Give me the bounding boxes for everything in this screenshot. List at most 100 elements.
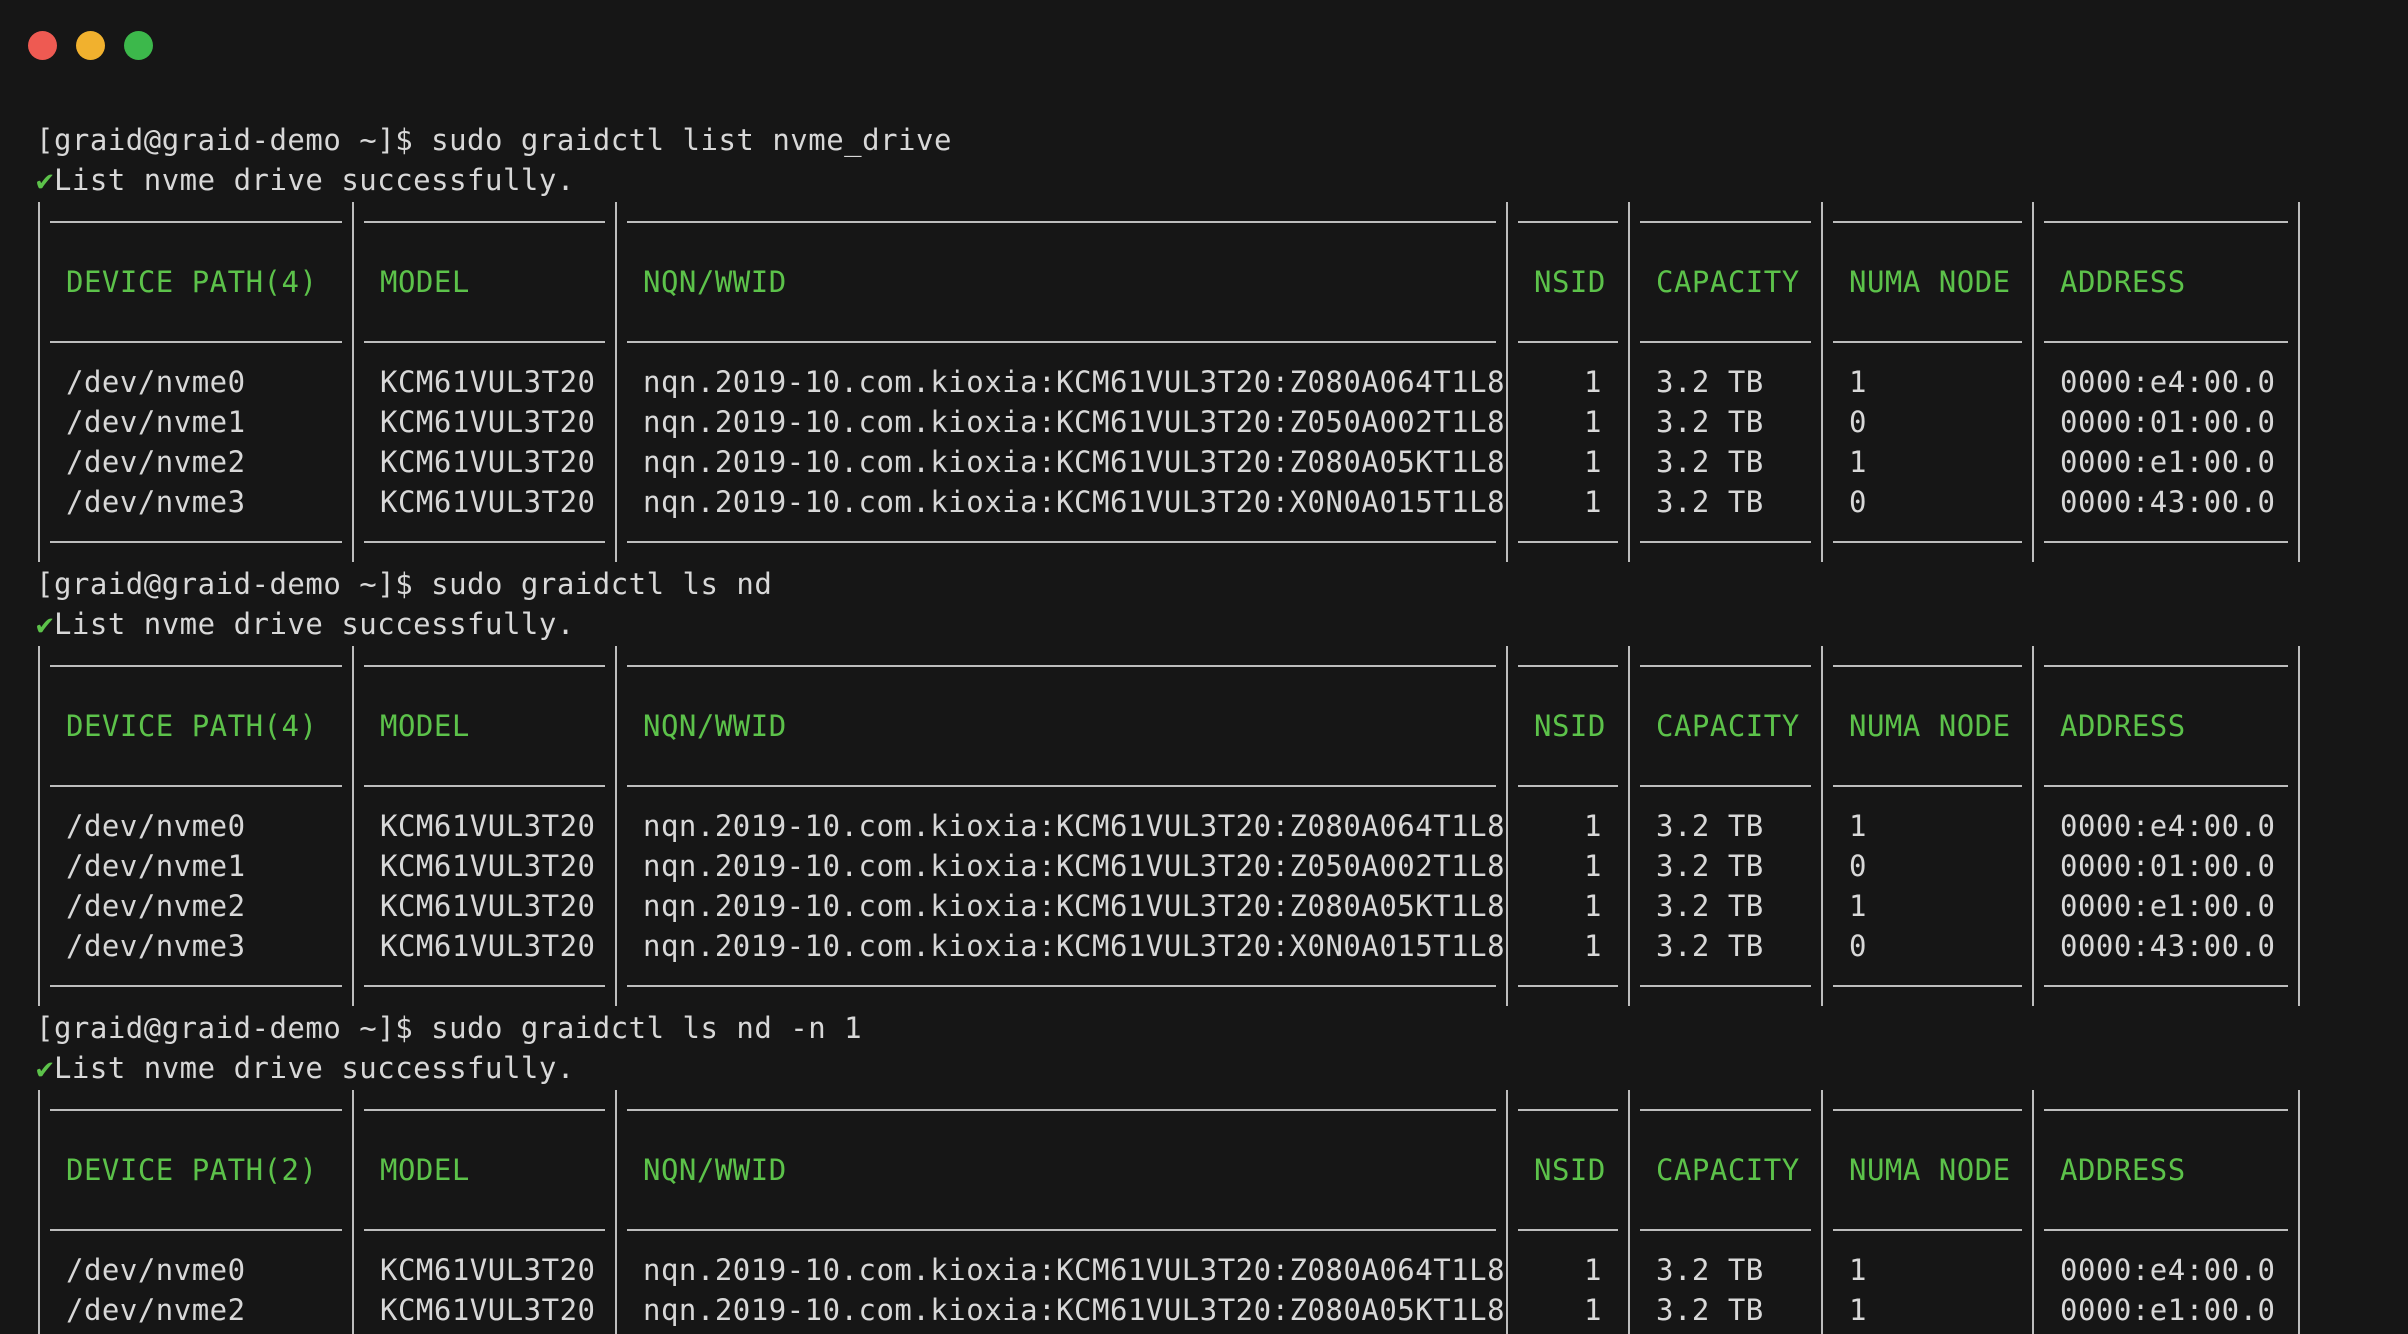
table-cell: 3.2 TB [1628, 482, 1821, 522]
table-row: /dev/nvme2 KCM61VUL3T20 nqn.2019-10.com.ki… [38, 886, 2310, 926]
rule-segment [1506, 322, 1628, 362]
table-border-rule [38, 1210, 2310, 1250]
rule-segment [1506, 202, 1628, 242]
table-cell: 1 [1506, 362, 1628, 402]
rule-segment [1821, 202, 2032, 242]
rule-segment [1821, 1090, 2032, 1130]
nvme-drive-table: DEVICE PATH(4) MODEL NQN/WWID NSID CAPACITY N… [38, 202, 2310, 562]
rule-segment [38, 322, 352, 362]
table-cell: 3.2 TB [1628, 402, 1821, 442]
table-cell: 0000:01:00.0 [2032, 402, 2300, 442]
rule-segment [1506, 1330, 1628, 1334]
table-cell: 0 [1821, 846, 2032, 886]
rule-segment [352, 766, 615, 806]
table-cell: 0000:e1:00.0 [2032, 886, 2300, 926]
table-cell: nqn.2019-10.com.kioxia:KCM61VUL3T20:X0N0… [615, 926, 1506, 966]
rule-segment [38, 202, 352, 242]
rule-segment [2032, 966, 2300, 1006]
table-cell: 3.2 TB [1628, 806, 1821, 846]
rule-segment [1506, 966, 1628, 1006]
rule-segment [2032, 646, 2300, 686]
table-cell: 0000:e1:00.0 [2032, 442, 2300, 482]
close-button[interactable] [28, 31, 57, 60]
table-row: /dev/nvme0 KCM61VUL3T20 nqn.2019-10.com.ki… [38, 1250, 2310, 1290]
table-cell: /dev/nvme3 [38, 482, 352, 522]
rule-segment [38, 646, 352, 686]
table-cell: 1 [1506, 482, 1628, 522]
rule-segment [1821, 1210, 2032, 1250]
table-border-rule [38, 646, 2310, 686]
checkmark-icon: ✔ [36, 163, 54, 197]
rule-segment [1628, 646, 1821, 686]
table-cell: 0000:43:00.0 [2032, 482, 2300, 522]
checkmark-icon: ✔ [36, 607, 54, 641]
status-line: ✔List nvme drive successfully. [36, 1048, 2336, 1088]
table-border-rule [38, 766, 2310, 806]
table-cell: /dev/nvme1 [38, 846, 352, 886]
table-cell: 0000:01:00.0 [2032, 846, 2300, 886]
rule-segment [615, 1090, 1506, 1130]
command-prompt-line: [graid@graid-demo ~]$ sudo graidctl ls n… [36, 567, 773, 601]
rule-segment [352, 1090, 615, 1130]
terminal-output[interactable]: [graid@graid-demo ~]$ sudo graidctl list… [36, 120, 2336, 1334]
table-cell: KCM61VUL3T20 [352, 806, 615, 846]
rule-segment [1821, 766, 2032, 806]
column-header: ADDRESS [2032, 242, 2300, 322]
table-border-rule [38, 1330, 2310, 1334]
table-cell: KCM61VUL3T20 [352, 362, 615, 402]
rule-segment [352, 1330, 615, 1334]
table-cell: 1 [1506, 806, 1628, 846]
status-line: ✔List nvme drive successfully. [36, 604, 2336, 644]
table-cell: nqn.2019-10.com.kioxia:KCM61VUL3T20:Z080… [615, 806, 1506, 846]
column-header: NQN/WWID [615, 686, 1506, 766]
table-row: /dev/nvme1 KCM61VUL3T20 nqn.2019-10.com.ki… [38, 402, 2310, 442]
table-header-row: DEVICE PATH(2) MODEL NQN/WWID NSID CAPACITY N… [38, 1130, 2310, 1210]
table-row: /dev/nvme3 KCM61VUL3T20 nqn.2019-10.com.ki… [38, 926, 2310, 966]
nvme-drive-table: DEVICE PATH(2) MODEL NQN/WWID NSID CAPACITY N… [38, 1090, 2310, 1334]
column-header: CAPACITY [1628, 242, 1821, 322]
column-header: NSID [1506, 686, 1628, 766]
table-cell: 1 [1506, 442, 1628, 482]
rule-segment [1506, 1210, 1628, 1250]
table-cell: KCM61VUL3T20 [352, 1290, 615, 1330]
table-row: /dev/nvme0 KCM61VUL3T20 nqn.2019-10.com.ki… [38, 362, 2310, 402]
table-cell: 1 [1821, 1290, 2032, 1330]
rule-segment [352, 322, 615, 362]
table-cell: 1 [1506, 1290, 1628, 1330]
table-cell: 1 [1821, 1250, 2032, 1290]
table-cell: 3.2 TB [1628, 442, 1821, 482]
minimize-button[interactable] [76, 31, 105, 60]
table-cell: 1 [1506, 402, 1628, 442]
column-header: NUMA NODE [1821, 686, 2032, 766]
rule-segment [352, 646, 615, 686]
table-cell: /dev/nvme0 [38, 1250, 352, 1290]
table-border-rule [38, 1090, 2310, 1130]
table-cell: /dev/nvme2 [38, 886, 352, 926]
rule-segment [352, 202, 615, 242]
rule-segment [1628, 322, 1821, 362]
table-cell: /dev/nvme2 [38, 442, 352, 482]
table-cell: KCM61VUL3T20 [352, 846, 615, 886]
column-header: CAPACITY [1628, 686, 1821, 766]
rule-segment [38, 1090, 352, 1130]
rule-segment [615, 766, 1506, 806]
zoom-button[interactable] [124, 31, 153, 60]
rule-segment [1628, 966, 1821, 1006]
rule-segment [1628, 1210, 1821, 1250]
rule-segment [352, 522, 615, 562]
rule-segment [38, 522, 352, 562]
table-row: /dev/nvme3 KCM61VUL3T20 nqn.2019-10.com.ki… [38, 482, 2310, 522]
table-cell: 1 [1821, 362, 2032, 402]
table-cell: nqn.2019-10.com.kioxia:KCM61VUL3T20:Z080… [615, 886, 1506, 926]
rule-segment [352, 1210, 615, 1250]
command-prompt-line: [graid@graid-demo ~]$ sudo graidctl list… [36, 123, 952, 157]
column-header: DEVICE PATH(2) [38, 1130, 352, 1210]
table-row: /dev/nvme2 KCM61VUL3T20 nqn.2019-10.com.ki… [38, 1290, 2310, 1330]
table-border-rule [38, 202, 2310, 242]
column-header: DEVICE PATH(4) [38, 242, 352, 322]
rule-segment [1821, 1330, 2032, 1334]
table-cell: 0000:e4:00.0 [2032, 1250, 2300, 1290]
table-cell: KCM61VUL3T20 [352, 886, 615, 926]
rule-segment [615, 1210, 1506, 1250]
terminal-window: [graid@graid-demo ~]$ sudo graidctl list… [0, 0, 2408, 1334]
